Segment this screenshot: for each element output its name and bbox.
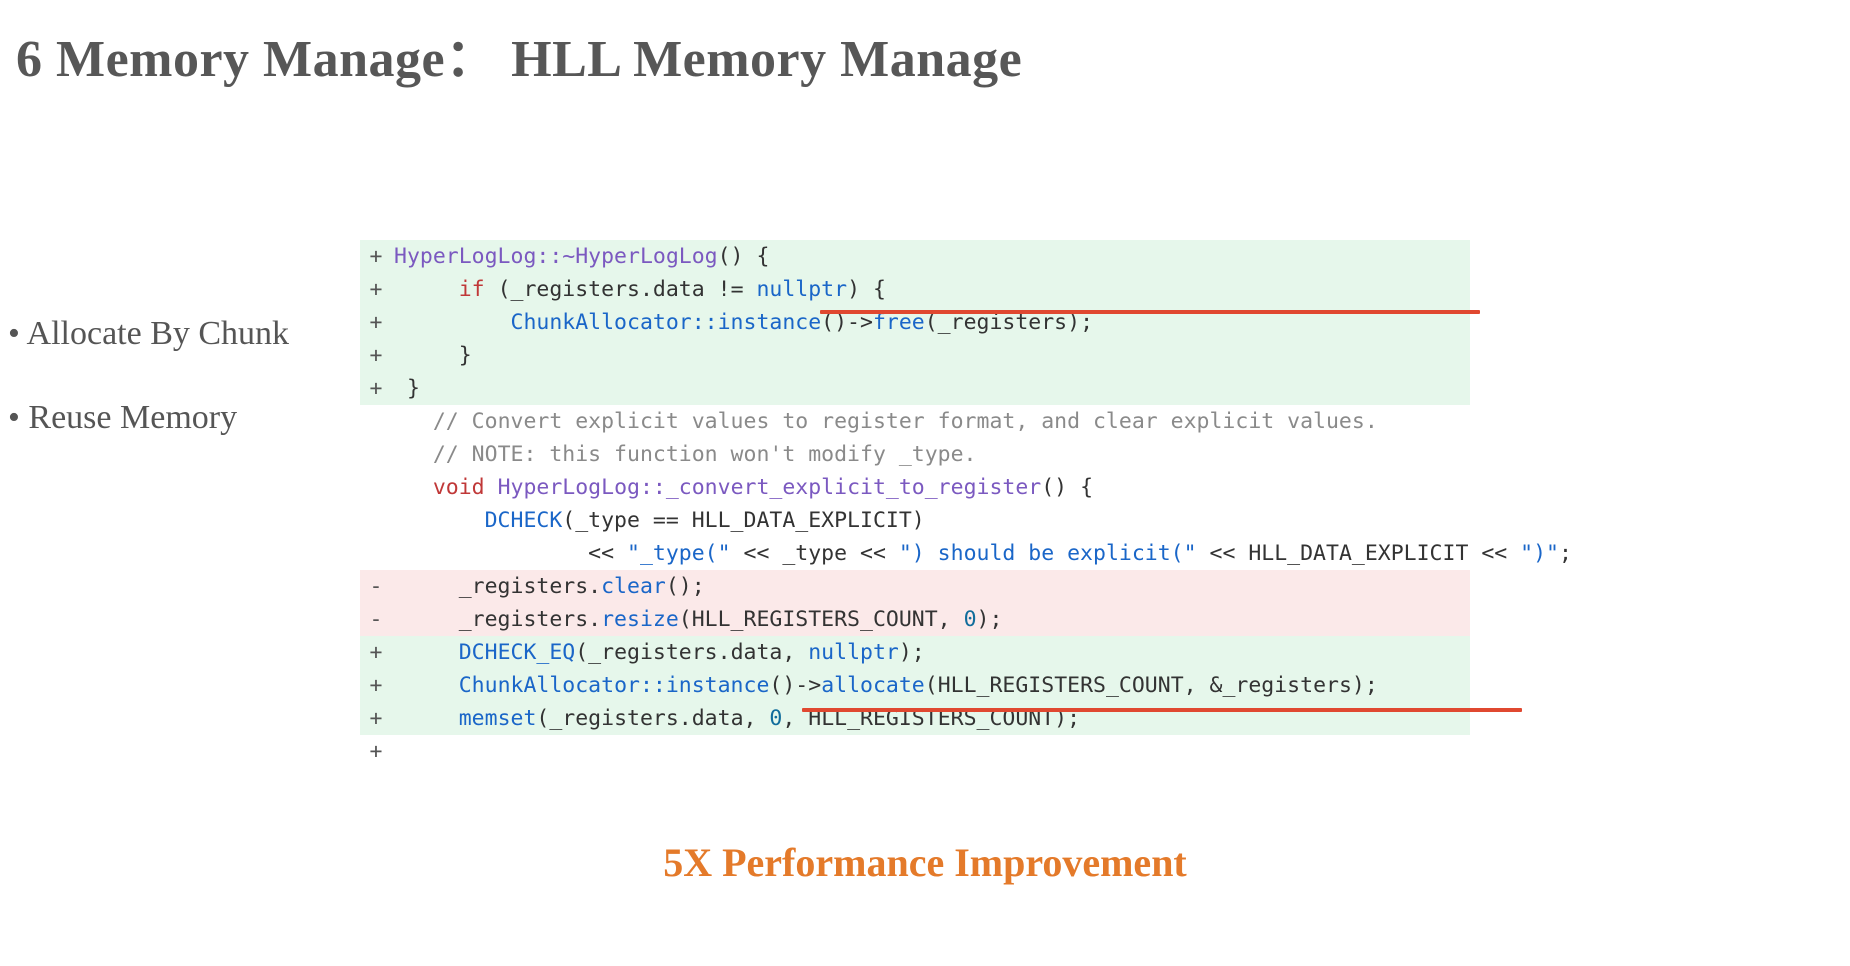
code-token: if	[459, 277, 485, 302]
emphasis-underline-1	[820, 310, 1480, 314]
code-token: ") should be explicit("	[899, 541, 1197, 566]
code-line: void HyperLogLog::_convert_explicit_to_r…	[360, 471, 1470, 504]
code-line: // Convert explicit values to register f…	[360, 405, 1470, 438]
code-token: HyperLogLog::_convert_explicit_to_regist…	[498, 475, 1042, 500]
code-line: // NOTE: this function won't modify _typ…	[360, 438, 1470, 471]
code-line: + if (_registers.data != nullptr) {	[360, 273, 1470, 306]
slide: 6 Memory Manage： HLL Memory Manage Alloc…	[0, 0, 1850, 966]
emphasis-underline-2	[802, 708, 1522, 712]
code-token: (_type == HLL_DATA_EXPLICIT)	[562, 508, 924, 533]
diff-sign: +	[366, 339, 386, 372]
code-token: }	[394, 343, 472, 368]
code-token: (_registers.data !=	[485, 277, 757, 302]
code-token: );	[899, 640, 925, 665]
code-line: - _registers.clear();	[360, 570, 1470, 603]
code-line: + HyperLogLog::~HyperLogLog() {	[360, 240, 1470, 273]
code-token: DCHECK	[485, 508, 563, 533]
code-token: _registers.	[394, 607, 601, 632]
code-token: <<	[394, 541, 627, 566]
code-token	[394, 706, 459, 731]
code-line: << "_type(" << _type << ") should be exp…	[360, 537, 1470, 570]
code-token: (HLL_REGISTERS_COUNT,	[679, 607, 964, 632]
code-token: ChunkAllocator::instance	[459, 673, 770, 698]
performance-callout: 5X Performance Improvement	[0, 839, 1850, 886]
code-token: (HLL_REGISTERS_COUNT, &_registers);	[925, 673, 1378, 698]
code-token: allocate	[821, 673, 925, 698]
code-line: + }	[360, 372, 1470, 405]
code-token: << HLL_DATA_EXPLICIT <<	[1197, 541, 1521, 566]
code-line: + ChunkAllocator::instance()->allocate(H…	[360, 669, 1470, 702]
bullet-reuse: Reuse Memory	[8, 399, 338, 437]
code-token: HyperLogLog::~HyperLogLog	[394, 244, 718, 269]
code-token: 0	[769, 706, 782, 731]
code-line: + memset(_registers.data, 0, HLL_REGISTE…	[360, 702, 1470, 735]
diff-sign: -	[366, 570, 386, 603]
code-token: ")"	[1520, 541, 1559, 566]
code-token: // Convert explicit values to register f…	[433, 409, 1378, 434]
code-token: nullptr	[756, 277, 847, 302]
code-token: }	[394, 376, 420, 401]
code-line: + }	[360, 339, 1470, 372]
code-line: - _registers.resize(HLL_REGISTERS_COUNT,…	[360, 603, 1470, 636]
code-token: ) {	[847, 277, 886, 302]
bullet-allocate: Allocate By Chunk	[8, 315, 338, 353]
code-token: );	[977, 607, 1003, 632]
diff-sign: +	[366, 702, 386, 735]
code-token	[394, 310, 511, 335]
code-token: << _type <<	[731, 541, 899, 566]
code-token: _registers.	[394, 574, 601, 599]
code-token: () {	[718, 244, 770, 269]
diff-sign: +	[366, 273, 386, 306]
code-token: ();	[666, 574, 705, 599]
code-token: 0	[964, 607, 977, 632]
diff-sign: +	[366, 735, 386, 768]
code-token: () {	[1041, 475, 1093, 500]
code-token: // NOTE: this function won't modify _typ…	[433, 442, 977, 467]
code-token: ChunkAllocator::instance	[511, 310, 822, 335]
code-token: ;	[1559, 541, 1572, 566]
diff-sign: +	[366, 669, 386, 702]
code-token	[394, 277, 459, 302]
code-diff-block: +HyperLogLog::~HyperLogLog() {+ if (_reg…	[360, 108, 1470, 735]
code-token: clear	[601, 574, 666, 599]
code-line: + DCHECK_EQ(_registers.data, nullptr);	[360, 636, 1470, 669]
code-line: DCHECK(_type == HLL_DATA_EXPLICIT)	[360, 504, 1470, 537]
diff-sign: -	[366, 603, 386, 636]
code-token	[485, 475, 498, 500]
code-token: resize	[601, 607, 679, 632]
code-token: (_registers.data,	[575, 640, 808, 665]
diff-sign: +	[366, 306, 386, 339]
code-token: nullptr	[808, 640, 899, 665]
code-token	[394, 475, 433, 500]
slide-title: 6 Memory Manage： HLL Memory Manage	[16, 16, 1022, 91]
code-token	[394, 442, 433, 467]
code-token: memset	[459, 706, 537, 731]
code-token	[394, 508, 485, 533]
code-token: ()->	[769, 673, 821, 698]
code-token: void	[433, 475, 485, 500]
diff-sign: +	[366, 372, 386, 405]
code-token	[394, 409, 433, 434]
bullet-list: Allocate By Chunk Reuse Memory	[8, 315, 338, 483]
diff-sign: +	[366, 240, 386, 273]
code-token: "_type("	[627, 541, 731, 566]
diff-sign: +	[366, 636, 386, 669]
code-token: DCHECK_EQ	[459, 640, 576, 665]
code-token	[394, 673, 459, 698]
code-token: (_registers.data,	[536, 706, 769, 731]
code-token	[394, 640, 459, 665]
